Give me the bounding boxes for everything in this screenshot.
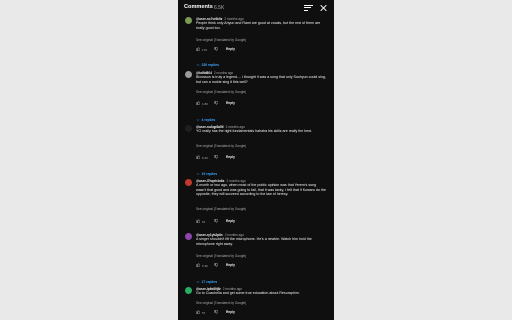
reply-button[interactable]: Reply <box>226 310 235 314</box>
comment-text: YG really has the right fundamentals hah… <box>196 129 313 133</box>
avatar[interactable] <box>185 17 192 24</box>
like-count: 51 <box>202 219 206 224</box>
comment-actions: 57 Reply <box>196 310 276 315</box>
avatar[interactable] <box>185 233 192 240</box>
reply-button[interactable]: Reply <box>226 219 235 223</box>
thumbs-down-icon[interactable] <box>214 263 218 267</box>
view-replies-button[interactable]: 19 replies <box>196 165 217 176</box>
reply-button[interactable]: Reply <box>226 155 235 159</box>
thumbs-up-icon[interactable] <box>196 155 200 159</box>
comments-title: Comments <box>184 4 213 10</box>
comment-text: Binossun is truly a legend.... I thought… <box>196 75 326 84</box>
comment-actions: 1.8K Reply <box>196 101 276 106</box>
thumbs-up-icon[interactable] <box>196 219 200 223</box>
comment-actions: 17K Reply <box>196 47 276 52</box>
replies-label: 4 replies <box>201 117 216 122</box>
reply-button[interactable]: Reply <box>226 263 235 267</box>
see-original-link[interactable]: See original (Translated by Google) <box>196 301 246 305</box>
like-count: 5.3K <box>202 263 209 268</box>
thumbs-down-icon[interactable] <box>214 101 218 105</box>
thumbs-up-icon[interactable] <box>196 263 200 267</box>
chevron-down-icon <box>196 172 200 175</box>
comment-actions: 5.3K Reply <box>196 263 276 268</box>
comments-panel: Comments 6.5K @user-nc7vr6k9z 2 months ag… <box>178 0 334 320</box>
reply-button[interactable]: Reply <box>226 101 235 105</box>
thumbs-down-icon[interactable] <box>214 310 218 314</box>
see-original-link[interactable]: See original (Translated by Google) <box>196 144 246 148</box>
close-icon[interactable] <box>319 4 327 12</box>
comments-count: 6.5K <box>214 4 225 11</box>
reply-button[interactable]: Reply <box>226 47 235 51</box>
comment-text: A month or two ago, when most of the pub… <box>196 183 326 197</box>
replies-label: 19 replies <box>201 171 218 176</box>
thumbs-up-icon[interactable] <box>196 101 200 105</box>
comments-header: Comments 6.5K <box>178 0 334 17</box>
thumbs-down-icon[interactable] <box>214 155 218 159</box>
comment-actions: 6.2K Reply <box>196 155 276 160</box>
chevron-down-icon <box>196 63 200 66</box>
comment-text: A singer shouldn't lift the microphone. … <box>196 237 312 246</box>
like-count: 17K <box>202 47 208 52</box>
comment-actions: 51 Reply <box>196 219 276 224</box>
chevron-down-icon <box>196 118 200 121</box>
view-replies-button[interactable]: 4 replies <box>196 111 215 122</box>
see-original-link[interactable]: See original (Translated by Google) <box>196 207 246 211</box>
see-original-link[interactable]: See original (Translated by Google) <box>196 90 246 94</box>
like-count: 6.2K <box>202 155 209 160</box>
thumbs-up-icon[interactable] <box>196 310 200 314</box>
chevron-down-icon <box>196 280 200 283</box>
view-replies-button[interactable]: 17 replies <box>196 273 217 284</box>
replies-label: 230 replies <box>201 62 220 67</box>
avatar[interactable] <box>185 71 192 78</box>
like-count: 1.8K <box>202 101 209 106</box>
comment-text: People think only Ahyun and Rami are goo… <box>196 21 321 30</box>
sort-icon[interactable] <box>304 4 313 11</box>
avatar[interactable] <box>185 125 192 132</box>
see-original-link[interactable]: See original (Translated by Google) <box>196 38 246 42</box>
comment-text: Go to Coachella and get some true educat… <box>196 291 300 295</box>
like-count: 57 <box>202 310 206 315</box>
thumbs-down-icon[interactable] <box>214 47 218 51</box>
thumbs-up-icon[interactable] <box>196 47 200 51</box>
avatar[interactable] <box>185 179 192 186</box>
thumbs-down-icon[interactable] <box>214 219 218 223</box>
avatar[interactable] <box>185 287 192 294</box>
replies-label: 17 replies <box>201 279 218 284</box>
view-replies-button[interactable]: 230 replies <box>196 56 219 67</box>
see-original-link[interactable]: See original (Translated by Google) <box>196 254 246 258</box>
